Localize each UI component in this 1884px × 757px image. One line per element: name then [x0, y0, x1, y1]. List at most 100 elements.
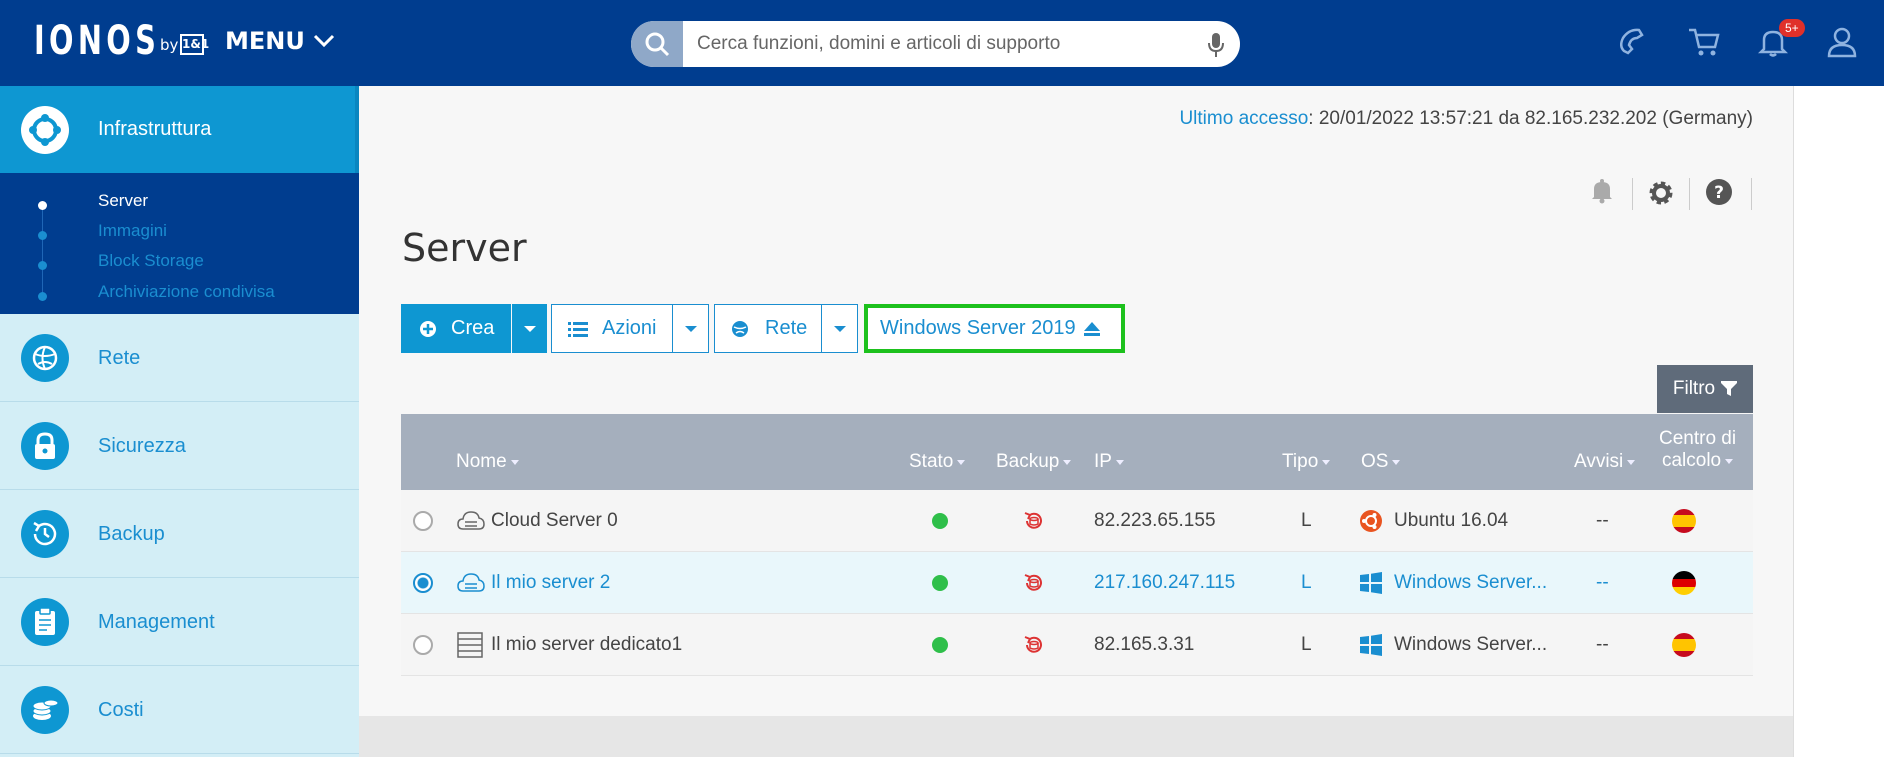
sidebar-item-label: Management: [98, 611, 215, 633]
server-alerts: --: [1596, 572, 1609, 593]
row-radio[interactable]: [413, 614, 433, 676]
server-alerts: --: [1596, 634, 1609, 655]
sidebar-item-management[interactable]: Management: [0, 578, 359, 666]
network-label: Rete: [765, 317, 808, 339]
sort-caret-icon: [1627, 459, 1636, 465]
last-access-label[interactable]: Ultimo accesso: [1179, 108, 1308, 129]
sidebar-item-security[interactable]: Sicurezza: [0, 402, 359, 490]
clipboard-icon: [21, 598, 69, 646]
table-row[interactable]: Cloud Server 0 82.223.65.155 L Ubuntu 16…: [401, 490, 1753, 552]
radio-button[interactable]: [413, 511, 433, 531]
sort-caret-icon: [1322, 459, 1331, 465]
footer-strip: [359, 716, 1793, 757]
server-table: Nome Stato Backup IP Tipo OS Avvisi Cent…: [401, 414, 1753, 676]
header-label: Avvisi: [1574, 451, 1624, 472]
header-label: OS: [1361, 451, 1389, 472]
column-header-status[interactable]: Stato: [909, 451, 966, 473]
server-name[interactable]: Cloud Server 0: [491, 490, 618, 552]
sidebar-item-label: Backup: [98, 523, 165, 545]
network-icon: [21, 334, 69, 382]
column-header-name[interactable]: Nome: [456, 451, 519, 473]
sidebar-item-network[interactable]: Rete: [0, 314, 359, 402]
filter-button[interactable]: Filtro: [1657, 365, 1753, 413]
actions-label: Azioni: [602, 317, 657, 339]
ubuntu-icon: [1359, 490, 1383, 552]
network-dropdown-button[interactable]: [821, 304, 858, 353]
server-ip: 217.160.247.115: [1094, 572, 1236, 593]
table-row[interactable]: Il mio server dedicato1 82.165.3.31 L Wi…: [401, 614, 1753, 676]
backup-icon: [1023, 552, 1045, 614]
sidebar-item-label: Costi: [98, 699, 144, 721]
user-icon[interactable]: [1827, 26, 1857, 58]
backup-icon: [1023, 490, 1045, 552]
network-button[interactable]: Rete: [714, 304, 822, 353]
help-icon[interactable]: ?: [1705, 178, 1733, 206]
row-radio[interactable]: [413, 490, 433, 552]
radio-button[interactable]: [413, 573, 433, 593]
chevron-down-icon: [313, 34, 334, 48]
server-os: Ubuntu 16.04: [1394, 510, 1509, 531]
sidebar-item-costs[interactable]: Costi: [0, 666, 359, 754]
sort-caret-icon: [1725, 458, 1734, 464]
actions-dropdown-button[interactable]: [672, 304, 709, 353]
create-dropdown-button[interactable]: [512, 304, 547, 353]
server-name[interactable]: Il mio server 2: [491, 552, 610, 614]
caret-down-icon: [833, 325, 846, 332]
cloud-server-icon: [457, 490, 485, 552]
server-alerts: --: [1596, 510, 1609, 531]
column-header-backup[interactable]: Backup: [996, 451, 1072, 473]
submenu-dot: [38, 231, 47, 240]
spain-flag-icon: [1672, 614, 1696, 676]
sidebar-item-infrastructure[interactable]: Infrastruttura: [0, 86, 359, 173]
row-radio[interactable]: [413, 552, 433, 614]
submenu-item-images[interactable]: Immagini: [98, 221, 167, 241]
os-filter-button[interactable]: Windows Server 2019: [864, 304, 1125, 353]
table-row[interactable]: Il mio server 2 217.160.247.115 L Window…: [401, 552, 1753, 614]
sidebar-item-backup[interactable]: Backup: [0, 490, 359, 578]
caret-down-icon: [523, 325, 536, 332]
sidebar-submenu: Server Immagini Block Storage Archiviazi…: [0, 173, 359, 314]
clock-icon: [21, 510, 69, 558]
search-icon[interactable]: [631, 21, 683, 67]
menu-button[interactable]: MENU: [225, 27, 335, 55]
plus-circle-icon: [420, 320, 436, 337]
server-type: L: [1301, 572, 1312, 593]
gear-icon[interactable]: [1646, 178, 1676, 208]
server-ip: 82.223.65.155: [1094, 510, 1216, 531]
submenu-item-server[interactable]: Server: [98, 191, 148, 211]
table-header: Nome Stato Backup IP Tipo OS Avvisi Cent…: [401, 414, 1753, 490]
submenu-item-shared-storage[interactable]: Archiviazione condivisa: [98, 282, 275, 302]
server-type: L: [1301, 510, 1312, 531]
notification-badge: 5+: [1779, 19, 1805, 37]
dedicated-server-icon: [457, 614, 483, 676]
column-header-alerts[interactable]: Avvisi: [1574, 451, 1636, 473]
server-name[interactable]: Il mio server dedicato1: [491, 614, 682, 676]
column-header-datacenter[interactable]: Centro di calcolo: [1659, 428, 1736, 472]
column-header-os[interactable]: OS: [1361, 451, 1401, 473]
radio-button[interactable]: [413, 635, 433, 655]
page-title: Server: [402, 226, 527, 270]
microphone-icon[interactable]: [1208, 32, 1224, 58]
column-header-type[interactable]: Tipo: [1282, 451, 1331, 473]
sidebar-item-label: Rete: [98, 347, 141, 369]
menu-label: MENU: [225, 27, 305, 55]
top-bar: IONOS by 1&1 MENU 5+: [0, 0, 1884, 86]
column-header-ip[interactable]: IP: [1094, 451, 1124, 473]
submenu-dot: [38, 292, 47, 301]
ionos-logo[interactable]: IONOS: [34, 18, 160, 64]
last-access-value: : 20/01/2022 13:57:21 da 82.165.232.202 …: [1308, 108, 1753, 129]
server-ip: 82.165.3.31: [1094, 634, 1195, 655]
logo-brand-mark: 1&1: [180, 34, 209, 55]
header-label: calcolo: [1661, 450, 1722, 471]
svg-text:?: ?: [1714, 183, 1724, 203]
phone-icon[interactable]: [1617, 26, 1649, 58]
cart-icon[interactable]: [1687, 26, 1721, 58]
create-button[interactable]: Crea: [401, 304, 511, 353]
status-dot: [932, 490, 948, 552]
actions-button[interactable]: Azioni: [551, 304, 673, 353]
search-input[interactable]: [697, 27, 1187, 61]
eject-icon: [1083, 321, 1100, 336]
header-label: IP: [1094, 451, 1112, 472]
alert-bell-icon[interactable]: [1590, 178, 1614, 204]
submenu-item-block-storage[interactable]: Block Storage: [98, 251, 204, 271]
